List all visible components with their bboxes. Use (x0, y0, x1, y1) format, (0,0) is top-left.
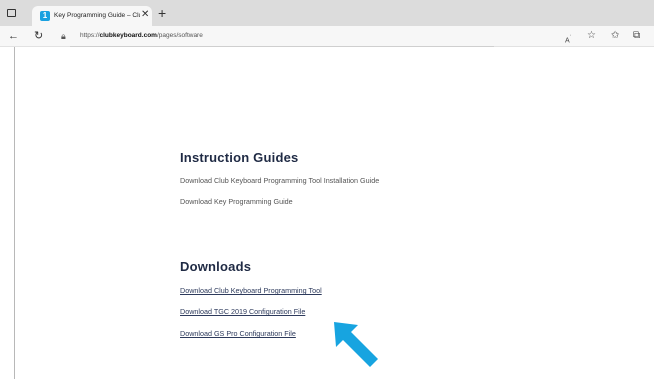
downloads-heading: Downloads (180, 259, 252, 274)
close-tab-icon[interactable]: ✕ (141, 9, 149, 21)
window-menu-icon[interactable] (7, 9, 16, 17)
favorites-icon[interactable]: ✩ (611, 29, 619, 43)
address-underline (70, 46, 494, 47)
url-domain: clubkeyboard.com (99, 32, 157, 39)
pointer-arrow-icon (334, 322, 378, 367)
tab-strip: 1 Key Programming Guide – Club I ✕ + (0, 0, 654, 26)
browser-toolbar: ← ↻ 🔒︎ https://clubkeyboard.com/pages/so… (0, 26, 654, 47)
star-icon[interactable]: ☆ (587, 29, 596, 43)
read-aloud-icon[interactable]: Aʾ (565, 31, 571, 48)
page-left-border (14, 47, 15, 379)
installation-guide-link[interactable]: Download Club Keyboard Programming Tool … (180, 176, 379, 186)
lock-icon[interactable]: 🔒︎ (61, 29, 66, 43)
url-prefix: https:// (80, 32, 100, 39)
instruction-guides-heading: Instruction Guides (180, 150, 299, 165)
collections-icon[interactable]: ⧉ (633, 29, 640, 43)
tgc-2019-config-download-link[interactable]: Download TGC 2019 Configuration File (180, 307, 305, 317)
tab-title: Key Programming Guide – Club I (54, 12, 140, 19)
programming-tool-download-link[interactable]: Download Club Keyboard Programming Tool (180, 286, 322, 296)
url-path: /pages/software (156, 32, 203, 39)
key-programming-guide-link[interactable]: Download Key Programming Guide (180, 197, 293, 207)
address-bar[interactable]: https://clubkeyboard.com/pages/software (80, 30, 203, 42)
favicon-icon: 1 (40, 11, 50, 21)
new-tab-icon[interactable]: + (158, 6, 166, 20)
refresh-icon[interactable]: ↻ (34, 29, 43, 43)
browser-tab[interactable]: 1 Key Programming Guide – Club I ✕ (32, 6, 152, 26)
back-arrow-icon[interactable]: ← (8, 29, 19, 43)
gs-pro-config-download-link[interactable]: Download GS Pro Configuration File (180, 329, 296, 339)
